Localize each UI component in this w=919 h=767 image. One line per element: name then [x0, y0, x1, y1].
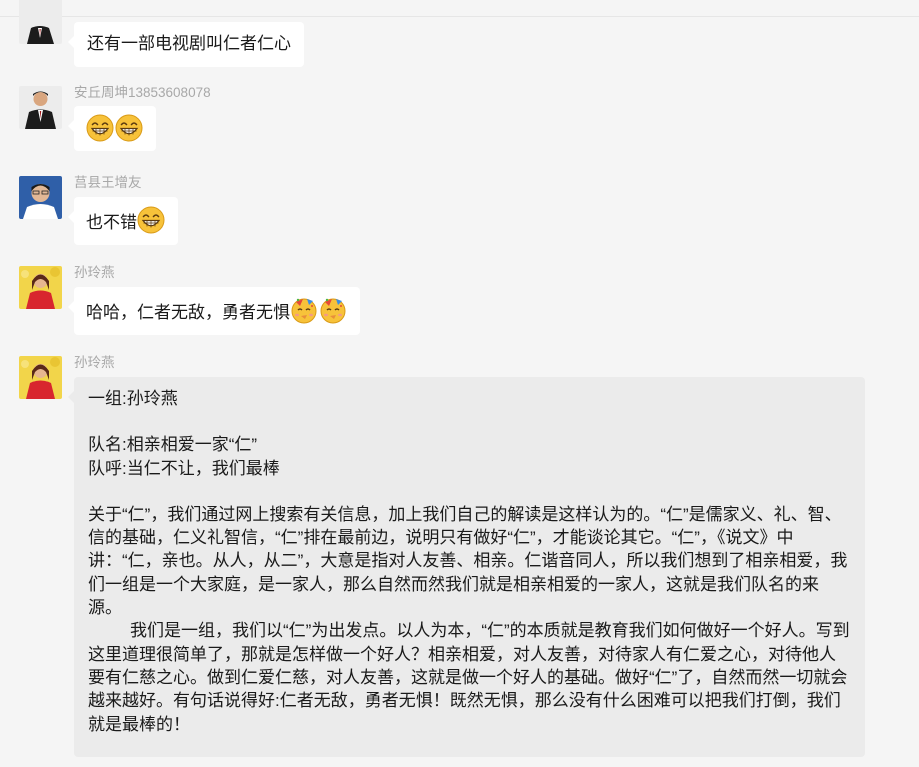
message-line: 队呼:当仁不让，我们最棒 — [88, 458, 280, 478]
message-text: 一组:孙玲燕 队名:相亲相爱一家“仁” 队呼:当仁不让，我们最棒 关于“仁”，我… — [88, 387, 851, 736]
message-text: 还有一部电视剧叫仁者仁心 — [87, 34, 291, 53]
grinning-emoji-icon — [137, 206, 165, 234]
sender-name: 莒县王增友 — [74, 175, 142, 190]
message-bubble[interactable] — [68, 106, 156, 151]
message-bubble[interactable]: 也不错 — [68, 197, 178, 245]
message-line: 一组:孙玲燕 — [88, 389, 178, 408]
message-text: 也不错 — [86, 213, 137, 232]
avatar[interactable] — [19, 266, 62, 309]
message-paragraph: 我们是一组，我们以“仁”为出发点。以人为本，“仁”的本质就是教育我们如何做好一个… — [88, 621, 850, 734]
message-paragraph: 关于“仁”，我们通过网上搜索有关信息，加上我们自己的解读是这样认为的。“仁”是儒… — [88, 504, 848, 618]
party-emoji-icon — [319, 296, 347, 324]
message-bubble[interactable]: 一组:孙玲燕 队名:相亲相爱一家“仁” 队呼:当仁不让，我们最棒 关于“仁”，我… — [68, 377, 865, 757]
top-divider — [0, 16, 919, 17]
grinning-emoji-icon — [115, 114, 143, 142]
message-line: 队名:相亲相爱一家“仁” — [88, 435, 258, 455]
message-bubble[interactable]: 还有一部电视剧叫仁者仁心 — [68, 22, 304, 67]
sender-name: 孙玲燕 — [74, 265, 115, 280]
avatar[interactable] — [19, 86, 62, 129]
message-bubble[interactable]: 哈哈，仁者无敌，勇者无惧 — [68, 287, 360, 335]
avatar[interactable] — [19, 0, 62, 44]
message-text: 哈哈，仁者无敌，勇者无惧 — [86, 303, 290, 322]
avatar[interactable] — [19, 356, 62, 399]
grinning-emoji-icon — [86, 114, 114, 142]
sender-name: 安丘周坤13853608078 — [74, 85, 211, 100]
sender-name: 孙玲燕 — [74, 355, 115, 370]
avatar[interactable] — [19, 176, 62, 219]
party-emoji-icon — [290, 296, 318, 324]
